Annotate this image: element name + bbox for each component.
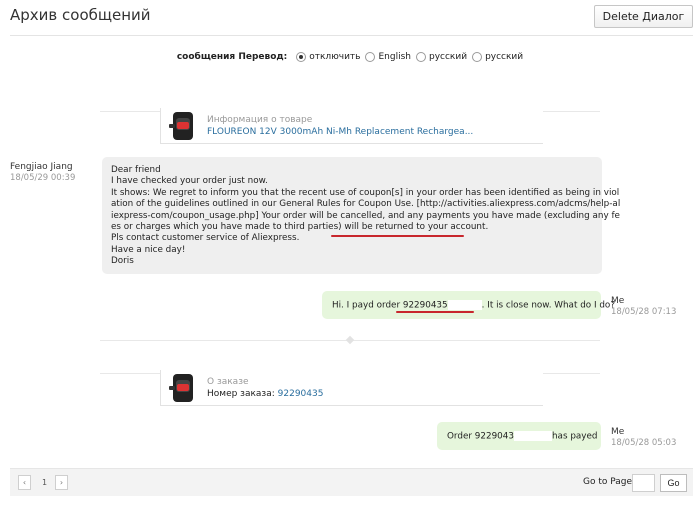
message-time: 18/05/28 07:13: [611, 307, 677, 317]
order-number-label: Номер заказа:: [207, 389, 275, 399]
delete-dialog-button[interactable]: Delete Диалог: [594, 5, 693, 28]
message-line: It shows: We regret to inform you that t…: [111, 187, 620, 198]
radio-icon[interactable]: [415, 52, 426, 62]
divider-diamond-icon: [345, 335, 355, 345]
message-line: iexpress-com/coupon_usage.php] Your orde…: [111, 210, 620, 221]
message-line: Have a nice day!: [111, 244, 186, 255]
watch-icon: [169, 112, 193, 140]
product-link[interactable]: FLOUREON 12V 3000mAh Ni-Mh Replacement R…: [207, 127, 473, 137]
message-text: has payed: [551, 431, 598, 442]
translation-label: сообщения Перевод:: [176, 52, 288, 62]
redacted-area: [513, 431, 552, 441]
message-highlight-text: will be returned to your account.: [344, 222, 489, 233]
translation-option-russian-1[interactable]: русский: [415, 52, 468, 62]
message-sender: Fengjiao Jiang: [10, 162, 73, 172]
message-time: 18/05/29 00:39: [10, 173, 76, 183]
message-line: Dear friend: [111, 165, 161, 175]
product-card-label: Информация о товаре: [207, 115, 313, 125]
message-text: Order 9229043: [447, 431, 514, 442]
product-card[interactable]: Информация о товаре FLOUREON 12V 3000mAh…: [160, 108, 543, 144]
page-title: Архив сообщений: [10, 6, 151, 24]
message-sender: Me: [611, 296, 625, 306]
message-sender: Me: [611, 427, 625, 437]
message-line: Doris: [111, 256, 134, 267]
prev-page-button[interactable]: ‹: [18, 475, 31, 490]
translation-bar: сообщения Перевод: отключить English рус…: [0, 50, 700, 64]
go-button[interactable]: Go: [660, 474, 687, 492]
annotation-underline: [396, 311, 474, 313]
translation-option-english[interactable]: English: [365, 52, 411, 62]
translation-option-label: отключить: [309, 52, 361, 62]
next-page-button[interactable]: ›: [55, 475, 68, 490]
translation-option-russian-2[interactable]: русский: [472, 52, 523, 62]
translation-option-label: русский: [485, 52, 524, 62]
translation-option-label: русский: [428, 52, 468, 62]
order-card-label: О заказе: [207, 377, 249, 387]
message-text: Hi. I payd order 92290435: [332, 300, 448, 311]
message-line: es or charges which you have made to thi…: [111, 222, 342, 233]
watch-icon: [169, 374, 193, 402]
order-card[interactable]: О заказе Номер заказа: 92290435: [160, 370, 543, 406]
header-divider: [10, 35, 693, 36]
order-number-link[interactable]: 92290435: [278, 389, 324, 399]
message-bubble-received: Dear friend I have checked your order ju…: [102, 157, 621, 274]
translation-option-off[interactable]: отключить: [296, 52, 360, 62]
message-bubble-sent: Hi. I payd order 92290435 . It is close n…: [322, 291, 615, 319]
message-line: I have checked your order just now.: [111, 176, 268, 187]
order-number-row: Номер заказа: 92290435: [207, 389, 323, 399]
header: Архив сообщений Delete Диалог: [0, 0, 700, 36]
radio-icon[interactable]: [472, 52, 483, 62]
goto-page-input[interactable]: [632, 474, 655, 492]
pagination-bar: ‹ 1 › Go to Page Go: [10, 468, 693, 496]
current-page-number[interactable]: 1: [42, 478, 47, 487]
message-text: . It is close now. What do I do?: [481, 300, 615, 311]
radio-icon[interactable]: [365, 52, 376, 62]
message-bubble-sent: Order 9229043 has payed: [437, 422, 601, 450]
redacted-area: [447, 300, 482, 310]
goto-page-label: Go to Page: [583, 477, 633, 487]
product-thumbnail[interactable]: [167, 110, 199, 142]
radio-selected-icon[interactable]: [296, 52, 307, 62]
order-thumbnail[interactable]: [167, 372, 199, 404]
translation-option-label: English: [378, 52, 411, 62]
message-time: 18/05/28 05:03: [611, 438, 677, 448]
message-line: ation of the guidelines outlined in our …: [111, 199, 621, 210]
annotation-underline: [331, 235, 464, 237]
